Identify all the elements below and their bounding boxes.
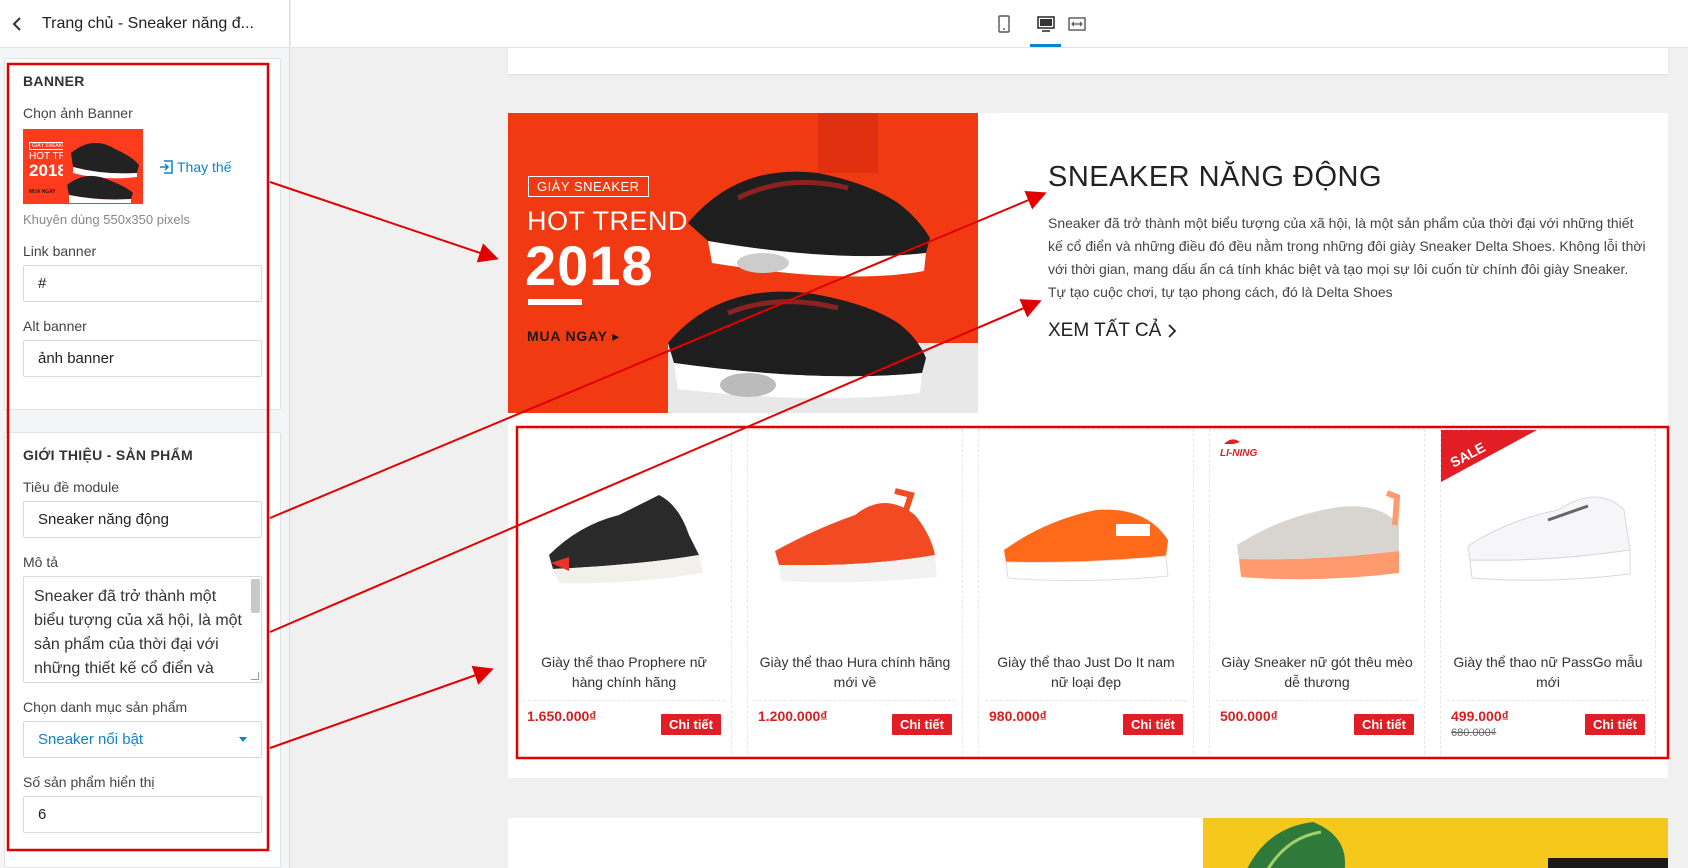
previous-section [508,48,1668,74]
alt-banner-label: Alt banner [23,318,87,334]
category-value: Sneaker nổi bật [38,731,144,748]
banner-settings-card: BANNER Chọn ảnh Banner GIÀY SNEAKER HOT … [4,58,281,410]
hero-shoes-image [668,113,978,413]
link-banner-label: Link banner [23,243,97,259]
intro-title: SNEAKER NĂNG ĐỘNG [1048,161,1382,193]
product-name[interactable]: Giày Sneaker nữ gót thêu mèo dễ thương [1220,652,1414,692]
product-card[interactable]: Giày thể thao Hura chính hãng mới về 1.2… [747,429,963,759]
desktop-view-button[interactable] [1032,10,1060,38]
chevron-left-icon[interactable] [8,15,26,33]
product-list: Giày thể thao Prophere nữ hàng chính hãn… [516,429,1660,767]
product-count-label: Số sản phẩm hiển thị [23,774,155,790]
card-divider [1216,700,1418,701]
desktop-icon [1037,16,1055,32]
hero-year: 2018 [525,234,654,297]
category-select[interactable]: Sneaker nổi bật [23,721,262,758]
description-text: Sneaker đã trở thành một biểu tượng của … [34,588,242,677]
hero-divider [528,299,582,305]
product-image [1218,450,1416,630]
banner-size-hint: Khuyên dùng 550x350 pixels [23,212,190,227]
hero-tag: GIÀY SNEAKER [528,176,649,197]
link-banner-input[interactable]: # [23,265,262,302]
description-textarea[interactable]: Sneaker đã trở thành một biểu tượng của … [23,576,262,683]
expand-width-icon [1068,17,1086,31]
detail-button[interactable]: Chi tiết [660,714,721,735]
product-price: 499.000₫ [1451,708,1509,724]
detail-button[interactable]: Chi tiết [891,714,952,735]
detail-button[interactable]: Chi tiết [1122,714,1183,735]
description-label: Mô tả [23,554,59,570]
product-price: 1.650.000₫ [527,708,597,724]
thumb-line2: 2018 [29,161,67,180]
product-old-price: 680.000₫ [1451,727,1497,739]
product-image [756,450,954,630]
fullwidth-view-button[interactable] [1063,10,1091,38]
mobile-icon [998,15,1010,33]
chevron-right-icon [1168,324,1177,338]
product-card[interactable]: LI-NING Giày Sneaker nữ gót thêu mèo dễ … [1209,429,1425,759]
product-price: 500.000₫ [1220,708,1278,724]
product-image [987,450,1185,630]
product-image [1449,450,1647,630]
module-title-input[interactable]: Sneaker năng động [23,501,262,538]
preview-canvas: GIÀY SNEAKER HOT TREND 2018 MUA NGAY ▸ S… [291,48,1688,868]
product-card[interactable]: Giày thể thao Prophere nữ hàng chính hãn… [516,429,732,759]
sneaker-section: GIÀY SNEAKER HOT TREND 2018 MUA NGAY ▸ S… [508,113,1668,778]
card-divider [523,700,725,701]
banner-image-label: Chọn ảnh Banner [23,105,133,121]
product-name[interactable]: Giày thể thao nữ PassGo mẫu mới [1451,652,1645,692]
product-card[interactable]: Giày thể thao Just Do It nam nữ loại đẹp… [978,429,1194,759]
resize-handle-icon[interactable] [251,672,259,680]
card-divider [754,700,956,701]
page-title: Trang chủ - Sneaker năng đ... [42,14,254,32]
product-count-input[interactable]: 6 [23,796,262,833]
product-card[interactable]: SALE Giày thể thao nữ PassGo mẫu mới 499… [1440,429,1656,759]
product-price: 980.000₫ [989,708,1047,724]
product-price: 1.200.000₫ [758,708,828,724]
textarea-scrollbar[interactable] [251,579,260,613]
intro-block: SNEAKER NĂNG ĐỘNG Sneaker đã trở thành m… [1048,161,1648,342]
active-device-indicator [1030,44,1061,47]
editor-sidebar: Trang chủ - Sneaker năng đ... BANNER Chọ… [0,0,290,868]
product-name[interactable]: Giày thể thao Prophere nữ hàng chính hãn… [527,652,721,692]
play-arrow-icon: ▸ [612,328,621,344]
module-title-label: Tiêu đề module [23,479,119,495]
card-divider [1447,700,1649,701]
banner-thumbnail[interactable]: GIÀY SNEAKER HOT TREND 2018 MUA NGAY [23,129,143,204]
caret-down-icon [239,737,247,742]
detail-button[interactable]: Chi tiết [1353,714,1414,735]
category-label: Chọn danh mục sản phẩm [23,699,188,715]
banner-heading: BANNER [23,73,85,89]
intro-heading: GIỚI THIỆU - SẢN PHẨM [23,447,193,463]
sidebar-header: Trang chủ - Sneaker năng đ... [0,0,289,48]
product-image [525,450,723,630]
product-name[interactable]: Giày thể thao Hura chính hãng mới về [758,652,952,692]
intro-description: Sneaker đã trở thành một biểu tượng của … [1048,215,1646,300]
alt-banner-input[interactable]: ảnh banner [23,340,262,377]
card-divider [985,700,1187,701]
view-all-label: XEM TẤT CẢ [1048,320,1162,341]
next-banner-image [1203,818,1668,868]
detail-button[interactable]: Chi tiết [1584,714,1645,735]
device-toolbar [291,0,1688,48]
replace-label: Thay thế [177,158,232,175]
hero-cta[interactable]: MUA NGAY ▸ [527,328,620,345]
hero-banner[interactable]: GIÀY SNEAKER HOT TREND 2018 MUA NGAY ▸ [508,113,978,413]
thumb-shoes-image [63,129,143,204]
next-section [508,818,1668,868]
view-all-link[interactable]: XEM TẤT CẢ [1048,320,1177,342]
hero-cta-label: MUA NGAY [527,328,608,344]
mobile-view-button[interactable] [990,10,1018,38]
intro-settings-card: GIỚI THIỆU - SẢN PHẨM Tiêu đề module Sne… [4,432,281,868]
product-name[interactable]: Giày thể thao Just Do It nam nữ loại đẹp [989,652,1183,692]
thumb-cta: MUA NGAY [29,189,56,195]
import-icon [160,159,173,174]
replace-image-button[interactable]: Thay thế [159,159,231,175]
